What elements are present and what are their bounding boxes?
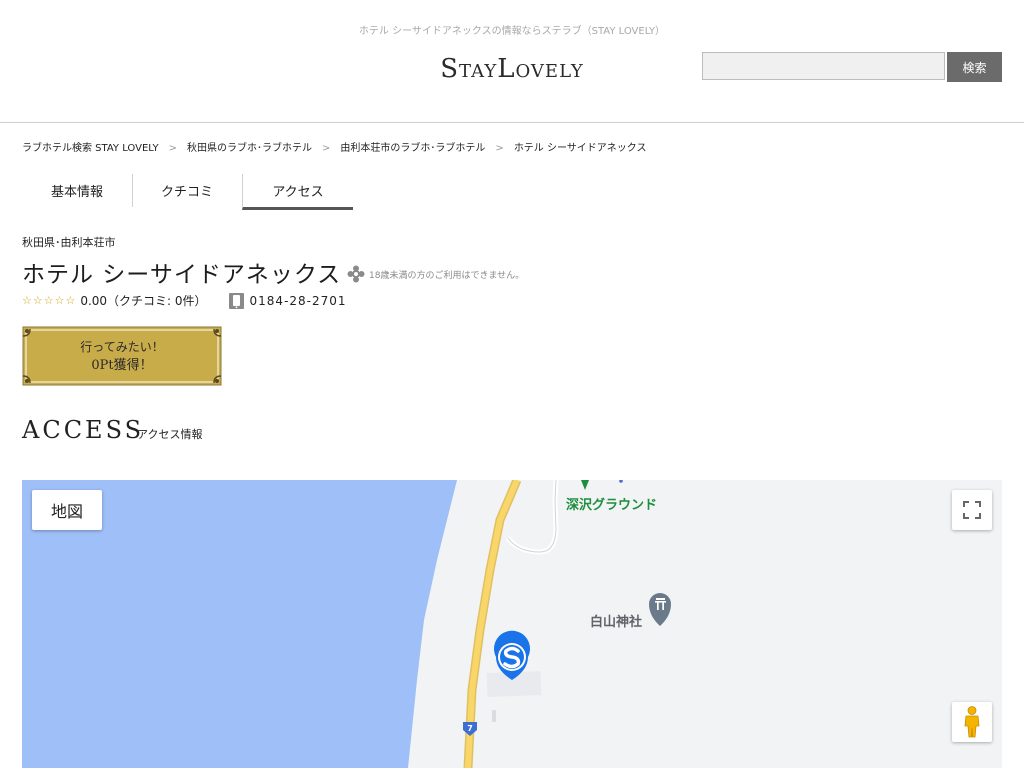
hotel-area[interactable]: 秋田県･由利本荘市 (22, 234, 116, 250)
breadcrumb-separator: > (322, 143, 331, 154)
tab-basic-info[interactable]: 基本情報 (22, 174, 133, 207)
street-view-pegman-button[interactable] (952, 702, 992, 742)
breadcrumb-item-city[interactable]: 由利本荘市のラブホ･ラブホテル (340, 143, 485, 154)
site-header: ホテル シーサイドアネックスの情報ならステラブ（STAY LOVELY） Sta… (0, 0, 1024, 123)
hotel-name: ホテル シーサイドアネックス (22, 262, 342, 288)
phone-icon (228, 292, 244, 309)
want-button-points[interactable]: 0Pt獲得！ (22, 354, 222, 373)
hotel-phone[interactable]: 0184-28-2701 (250, 294, 347, 308)
rating-stars: ☆☆☆☆☆ (22, 294, 77, 307)
breadcrumb-item-top[interactable]: ラブホテル検索 STAY LOVELY (22, 143, 159, 154)
route-number: 7 (467, 724, 473, 733)
rating-row: ☆☆☆☆☆ 0.00（クチコミ: 0件） 0184-28-2701 (22, 292, 347, 309)
fullscreen-button[interactable] (952, 490, 992, 530)
pegman-icon (964, 706, 980, 738)
age-restriction-note: 18歳未満の方のご利用はできません。 (346, 264, 524, 284)
breadcrumb: ラブホテル検索 STAY LOVELY > 秋田県のラブホ･ラブホテル > 由利本荘市の… (22, 139, 647, 154)
breadcrumb-item-prefecture[interactable]: 秋田県のラブホ･ラブホテル (187, 143, 312, 154)
breadcrumb-item-current: ホテル シーサイドアネックス (513, 143, 647, 154)
google-map[interactable]: 7 深沢グラウンド 白山神社 地図 (22, 480, 1002, 768)
map-label-ground[interactable]: 深沢グラウンド (566, 494, 657, 513)
map-canvas[interactable]: 7 (22, 480, 1002, 768)
age-restriction-icon (347, 265, 365, 283)
breadcrumb-separator: > (168, 143, 178, 154)
fullscreen-icon (963, 501, 981, 519)
want-button-label[interactable]: 行ってみたい！ (22, 338, 222, 355)
access-heading: ACCESS (22, 416, 145, 444)
map-type-button[interactable]: 地図 (32, 490, 102, 530)
logo-text[interactable]: StayLovely (440, 54, 584, 84)
access-subheading: アクセス情報 (137, 428, 203, 441)
breadcrumb-separator: > (495, 143, 504, 154)
age-note-text: 18歳未満の方のご利用はできません。 (369, 270, 525, 281)
search-button[interactable]: 検索 (947, 52, 1002, 82)
rating-text[interactable]: 0.00（クチコミ: 0件） (80, 292, 206, 309)
tab-access[interactable]: アクセス (242, 174, 353, 210)
map-label-shrine[interactable]: 白山神社 (590, 611, 642, 630)
tab-reviews[interactable]: クチコミ (133, 174, 241, 207)
search-input[interactable] (702, 52, 945, 80)
site-tagline: ホテル シーサイドアネックスの情報ならステラブ（STAY LOVELY） (358, 26, 666, 37)
